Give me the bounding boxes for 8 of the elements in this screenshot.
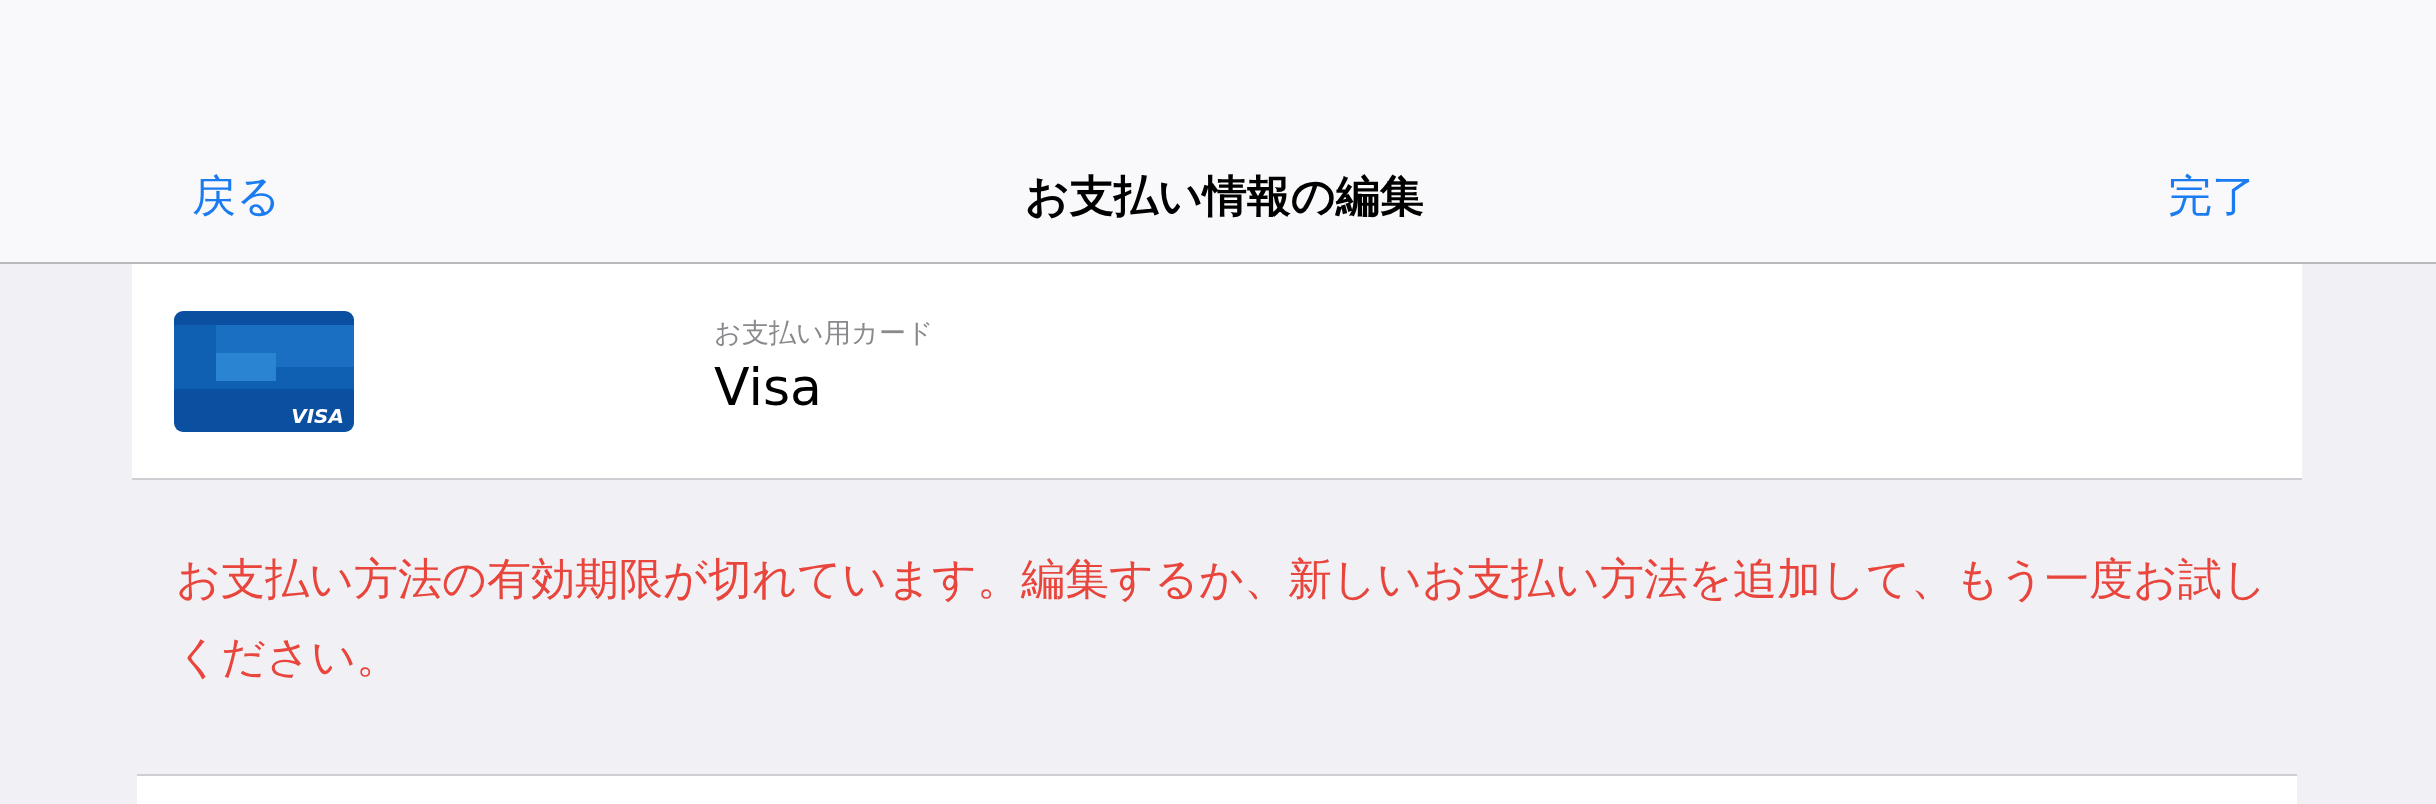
back-button[interactable]: 戻る [192, 167, 281, 226]
field-label: お支払い用カード [714, 316, 934, 350]
card-brand: VISA [291, 403, 344, 428]
done-button[interactable]: 完了 [2168, 167, 2256, 226]
error-message: お支払い方法の有効期限が切れています。編集するか、新しいお支払い方法を追加して、もう一度お試しください。 [176, 552, 2268, 684]
payment-card-row[interactable]: VISA お支払い用カード Visa [132, 264, 2302, 480]
card-name: Visa [714, 357, 823, 417]
page-title: お支払い情報の編集 [1025, 169, 1424, 223]
